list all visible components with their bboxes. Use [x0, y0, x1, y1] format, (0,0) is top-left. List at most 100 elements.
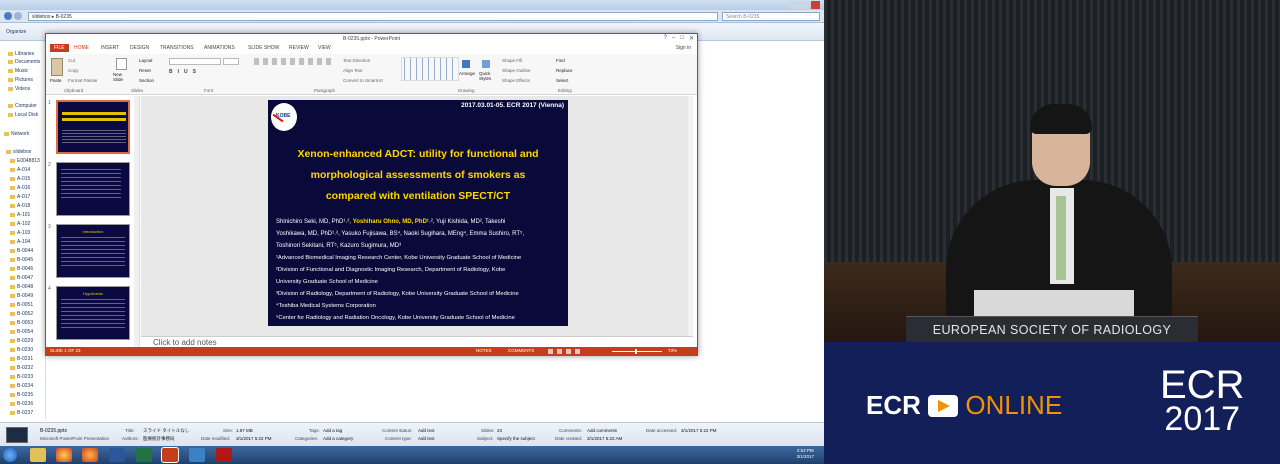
nav-item[interactable]: Videos	[8, 86, 30, 92]
shape-effects-button[interactable]: Shape Effects	[502, 78, 530, 83]
tab-review[interactable]: REVIEW	[289, 45, 309, 51]
nav-item[interactable]: A-101	[10, 212, 30, 218]
close-icon[interactable]	[811, 1, 821, 9]
nav-item[interactable]: B-0053	[10, 320, 33, 326]
new-slide-button[interactable]: New Slide	[113, 72, 129, 82]
nav-item[interactable]: Local Disk	[8, 112, 38, 118]
comments-toggle-button[interactable]: COMMENTS	[508, 348, 534, 353]
slide-thumbnail[interactable]: Introduction	[56, 224, 130, 278]
nav-item[interactable]: Documents	[8, 59, 40, 65]
nav-item[interactable]: B-0230	[10, 347, 33, 353]
replace-button[interactable]: Replace	[556, 68, 573, 73]
arrange-button[interactable]: Arrange	[459, 71, 475, 76]
help-icon[interactable]: ?	[664, 35, 667, 42]
nav-item[interactable]: Music	[8, 68, 28, 74]
font-size-dropdown[interactable]	[223, 58, 239, 65]
layout-button[interactable]: Layout	[139, 58, 153, 63]
nav-item[interactable]: slidebox	[6, 149, 31, 155]
nav-item[interactable]: B-0044	[10, 248, 33, 254]
nav-item[interactable]: B-0048	[10, 284, 33, 290]
nav-item[interactable]: A-102	[10, 221, 30, 227]
slide-scrollbar[interactable]	[688, 96, 693, 336]
maximize-icon[interactable]	[800, 1, 810, 9]
arrange-icon[interactable]	[462, 60, 470, 68]
minimize-icon[interactable]: –	[672, 35, 675, 42]
taskbar-clock[interactable]: 2:53 PM 3/1/2017	[796, 448, 814, 460]
sign-in-link[interactable]: Sign in	[676, 45, 691, 51]
organize-button[interactable]: Organize	[6, 29, 26, 35]
format-painter-button[interactable]: Format Painter	[68, 78, 98, 83]
quick-styles-button[interactable]: Quick Styles	[479, 71, 495, 81]
font-name-dropdown[interactable]	[169, 58, 221, 65]
select-button[interactable]: Select	[556, 78, 569, 83]
paste-button[interactable]: Paste	[50, 78, 62, 83]
forward-icon[interactable]	[14, 12, 22, 20]
details-tags-value[interactable]: Add a tag	[323, 428, 342, 433]
nav-item[interactable]: B-0054	[10, 329, 33, 335]
excel-taskbar-icon[interactable]	[136, 448, 152, 462]
shapes-gallery[interactable]	[401, 57, 459, 81]
convert-smartart-button[interactable]: Convert to SmartArt	[343, 78, 383, 83]
cut-button[interactable]: Cut	[68, 58, 75, 63]
copy-button[interactable]: Copy	[68, 68, 79, 73]
address-segment[interactable]: B-0235	[56, 14, 72, 20]
nav-item[interactable]: B-0229	[10, 338, 33, 344]
notes-toggle-button[interactable]: NOTES	[476, 348, 492, 353]
nav-item[interactable]: B-0045	[10, 257, 33, 263]
nav-item[interactable]: Computer	[8, 103, 37, 109]
text-direction-button[interactable]: Text Direction	[343, 58, 370, 63]
nav-item[interactable]: A-018	[10, 203, 30, 209]
nav-item[interactable]: Network	[4, 131, 29, 137]
paste-icon[interactable]	[51, 58, 63, 76]
tab-slide-show[interactable]: SLIDE SHOW	[248, 45, 279, 51]
thumbnails-scrollbar[interactable]	[134, 96, 139, 346]
current-slide[interactable]: KOBE 2017.03.01-05. ECR 2017 (Vienna) Xe…	[268, 100, 568, 326]
details-content-status-value[interactable]: Add text	[418, 428, 435, 433]
tab-file[interactable]: FILE	[50, 44, 69, 52]
nav-item[interactable]: B-0232	[10, 365, 33, 371]
chrome-taskbar-icon[interactable]	[56, 448, 72, 462]
nav-item[interactable]: A-015	[10, 176, 30, 182]
nav-item[interactable]: E0048813	[10, 158, 40, 164]
section-button[interactable]: Section	[139, 78, 154, 83]
view-buttons[interactable]	[548, 349, 582, 354]
nav-item[interactable]: B-0051	[10, 302, 33, 308]
maximize-icon[interactable]: □	[680, 35, 684, 42]
nav-item[interactable]: B-0237	[10, 410, 33, 416]
zoom-slider-handle[interactable]	[635, 349, 637, 354]
nav-item[interactable]: A-103	[10, 230, 30, 236]
nav-item[interactable]: B-0052	[10, 311, 33, 317]
tab-home[interactable]: HOME	[74, 45, 89, 51]
minimize-icon[interactable]	[790, 1, 799, 9]
tab-transitions[interactable]: TRANSITIONS	[160, 45, 194, 51]
find-button[interactable]: Find	[556, 58, 565, 63]
nav-item[interactable]: B-0235	[10, 392, 33, 398]
zoom-slider[interactable]	[612, 351, 662, 352]
tab-design[interactable]: DESIGN	[130, 45, 149, 51]
nav-item[interactable]: B-0236	[10, 401, 33, 407]
shape-outline-button[interactable]: Shape Outline	[502, 68, 531, 73]
address-field[interactable]: slidebox ▸ B-0235	[28, 12, 718, 21]
nav-item[interactable]: B-0234	[10, 383, 33, 389]
address-segment[interactable]: slidebox	[32, 14, 50, 20]
reset-button[interactable]: Reset	[139, 68, 151, 73]
nav-item[interactable]: B-0233	[10, 374, 33, 380]
explorer-taskbar-icon[interactable]	[30, 448, 46, 462]
details-subject-value[interactable]: Specify the subject	[497, 436, 535, 441]
details-comments-value[interactable]: Add comments	[587, 428, 617, 433]
slidebox-taskbar-icon[interactable]	[189, 448, 205, 462]
firefox-taskbar-icon[interactable]	[82, 448, 98, 462]
search-input[interactable]: Search B-0235	[722, 12, 820, 21]
paragraph-list-buttons[interactable]	[254, 58, 334, 65]
word-taskbar-icon[interactable]	[109, 448, 125, 462]
back-icon[interactable]	[4, 12, 12, 20]
slide-thumbnail[interactable]: Hypothesis	[56, 286, 130, 340]
details-authors-value[interactable]: 医療統計事務局	[143, 436, 175, 442]
zoom-level[interactable]: 73%	[668, 348, 677, 353]
shape-fill-button[interactable]: Shape Fill	[502, 58, 522, 63]
nav-item[interactable]: B-0231	[10, 356, 33, 362]
nav-item[interactable]: A-014	[10, 167, 30, 173]
nav-item[interactable]: Pictures	[8, 77, 33, 83]
quick-styles-icon[interactable]	[482, 60, 490, 68]
powerpoint-taskbar-icon[interactable]	[161, 447, 179, 463]
